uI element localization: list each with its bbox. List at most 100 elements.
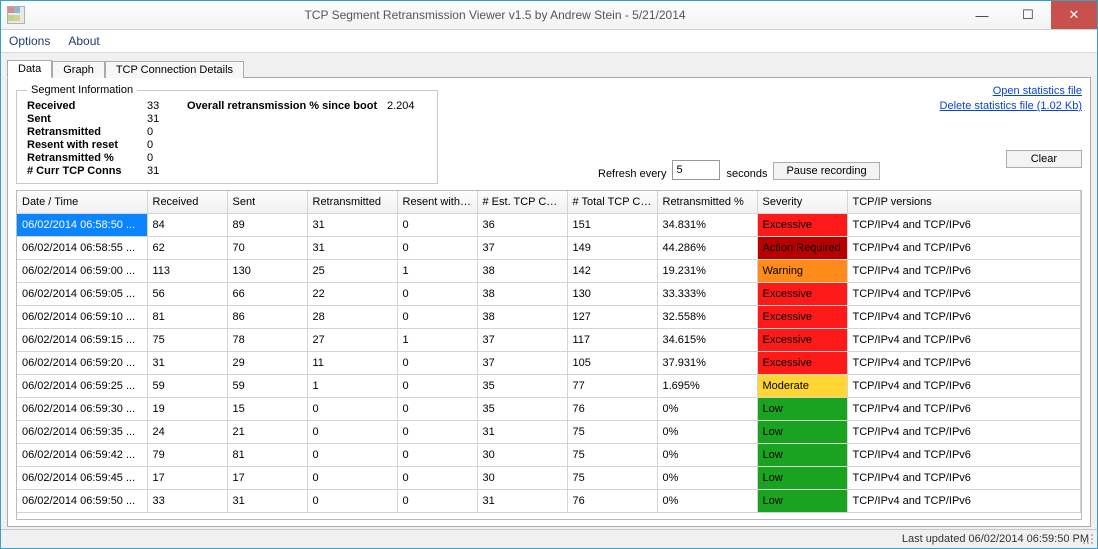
refresh-label-pre: Refresh every (598, 168, 666, 180)
table-row[interactable]: 06/02/2014 06:59:35 ...24210031750%LowTC… (17, 421, 1081, 444)
value-retransmitted: 0 (147, 126, 187, 138)
table-cell: 0% (657, 398, 757, 421)
clear-button[interactable]: Clear (1006, 150, 1082, 168)
severity-cell: Low (757, 421, 847, 444)
value-resent-reset: 0 (147, 139, 187, 151)
label-overall: Overall retransmission % since boot (187, 100, 387, 112)
severity-cell: Excessive (757, 306, 847, 329)
maximize-button[interactable]: ☐ (1005, 1, 1051, 29)
table-cell: 31 (307, 237, 397, 260)
col-total-conn[interactable]: # Total TCP Conn (567, 191, 657, 214)
pause-recording-button[interactable]: Pause recording (773, 162, 879, 180)
col-est-conn[interactable]: # Est. TCP Connections (477, 191, 567, 214)
value-curr-conns: 31 (147, 165, 187, 177)
tcpip-cell: TCP/IPv4 and TCP/IPv6 (847, 306, 1081, 329)
table-row[interactable]: 06/02/2014 06:59:20 ...31291103710537.93… (17, 352, 1081, 375)
titlebar: TCP Segment Retransmission Viewer v1.5 b… (1, 1, 1097, 30)
table-row[interactable]: 06/02/2014 06:59:42 ...79810030750%LowTC… (17, 444, 1081, 467)
tab-graph[interactable]: Graph (52, 61, 105, 78)
table-row[interactable]: 06/02/2014 06:59:50 ...33310031760%LowTC… (17, 490, 1081, 513)
close-button[interactable]: ✕ (1051, 1, 1097, 29)
table-cell: 06/02/2014 06:59:00 ... (17, 260, 147, 283)
value-overall: 2.204 (387, 100, 427, 112)
table-cell: 89 (227, 214, 307, 237)
table-cell: 06/02/2014 06:59:10 ... (17, 306, 147, 329)
table-cell: 0% (657, 444, 757, 467)
table-cell: 27 (307, 329, 397, 352)
table-cell: 76 (567, 490, 657, 513)
tabstrip: Data Graph TCP Connection Details (7, 57, 1091, 77)
table-cell: 29 (227, 352, 307, 375)
table-cell: 81 (227, 444, 307, 467)
menu-options[interactable]: Options (9, 34, 50, 48)
table-cell: 117 (567, 329, 657, 352)
table-cell: 06/02/2014 06:59:20 ... (17, 352, 147, 375)
table-cell: 31 (147, 352, 227, 375)
col-tcpip[interactable]: TCP/IP versions (847, 191, 1081, 214)
severity-cell: Warning (757, 260, 847, 283)
table-cell: 0 (307, 467, 397, 490)
tcpip-cell: TCP/IPv4 and TCP/IPv6 (847, 329, 1081, 352)
table-cell: 1 (307, 375, 397, 398)
table-row[interactable]: 06/02/2014 06:59:10 ...81862803812732.55… (17, 306, 1081, 329)
col-resent-reset[interactable]: Resent with reset (397, 191, 477, 214)
app-icon (7, 6, 25, 24)
severity-cell: Moderate (757, 375, 847, 398)
window-buttons: — ☐ ✕ (959, 1, 1097, 29)
table-cell: 81 (147, 306, 227, 329)
table-row[interactable]: 06/02/2014 06:58:55 ...62703103714944.28… (17, 237, 1081, 260)
table-cell: 0% (657, 421, 757, 444)
table-cell: 0 (397, 398, 477, 421)
tab-data[interactable]: Data (7, 60, 52, 78)
table-cell: 0 (307, 421, 397, 444)
table-row[interactable]: 06/02/2014 06:59:25 ...59591035771.695%M… (17, 375, 1081, 398)
severity-cell: Low (757, 444, 847, 467)
app-window: TCP Segment Retransmission Viewer v1.5 b… (0, 0, 1098, 549)
table-cell: 86 (227, 306, 307, 329)
col-retransmitted-pct[interactable]: Retransmitted % (657, 191, 757, 214)
statusbar: Last updated 06/02/2014 06:59:50 PM (1, 529, 1097, 548)
table-row[interactable]: 06/02/2014 06:59:15 ...75782713711734.61… (17, 329, 1081, 352)
table-cell: 35 (477, 398, 567, 421)
table-row[interactable]: 06/02/2014 06:59:05 ...56662203813033.33… (17, 283, 1081, 306)
table-cell: 151 (567, 214, 657, 237)
table-cell: 130 (227, 260, 307, 283)
top-row: Segment Information Received 33 Overall … (16, 84, 1082, 184)
table-cell: 127 (567, 306, 657, 329)
resize-grip[interactable] (1083, 534, 1095, 546)
col-sent[interactable]: Sent (227, 191, 307, 214)
severity-cell: Low (757, 467, 847, 490)
table-row[interactable]: 06/02/2014 06:58:50 ...84893103615134.83… (17, 214, 1081, 237)
col-retransmitted[interactable]: Retransmitted (307, 191, 397, 214)
open-stats-link[interactable]: Open statistics file (940, 84, 1082, 99)
label-curr-conns: # Curr TCP Conns (27, 165, 147, 177)
minimize-button[interactable]: — (959, 1, 1005, 29)
col-received[interactable]: Received (147, 191, 227, 214)
severity-cell: Excessive (757, 352, 847, 375)
table-cell: 06/02/2014 06:59:50 ... (17, 490, 147, 513)
table-cell: 0 (397, 467, 477, 490)
delete-stats-link[interactable]: Delete statistics file (1.02 Kb) (940, 99, 1082, 114)
table-cell: 59 (147, 375, 227, 398)
col-severity[interactable]: Severity (757, 191, 847, 214)
window-title: TCP Segment Retransmission Viewer v1.5 b… (31, 8, 959, 22)
table-cell: 44.286% (657, 237, 757, 260)
tab-body: Segment Information Received 33 Overall … (7, 77, 1091, 527)
refresh-interval-input[interactable] (672, 160, 720, 180)
table-cell: 31 (227, 490, 307, 513)
table-cell: 77 (567, 375, 657, 398)
tab-details[interactable]: TCP Connection Details (105, 61, 244, 78)
table-row[interactable]: 06/02/2014 06:59:45 ...17170030750%LowTC… (17, 467, 1081, 490)
table-row[interactable]: 06/02/2014 06:59:30 ...19150035760%LowTC… (17, 398, 1081, 421)
label-sent: Sent (27, 113, 147, 125)
tcpip-cell: TCP/IPv4 and TCP/IPv6 (847, 398, 1081, 421)
table-cell: 0 (397, 490, 477, 513)
table-cell: 38 (477, 306, 567, 329)
table-row[interactable]: 06/02/2014 06:59:00 ...1131302513814219.… (17, 260, 1081, 283)
table-cell: 62 (147, 237, 227, 260)
menu-about[interactable]: About (68, 34, 99, 48)
table-cell: 59 (227, 375, 307, 398)
table-cell: 38 (477, 283, 567, 306)
col-datetime[interactable]: Date / Time (17, 191, 147, 214)
tcpip-cell: TCP/IPv4 and TCP/IPv6 (847, 444, 1081, 467)
